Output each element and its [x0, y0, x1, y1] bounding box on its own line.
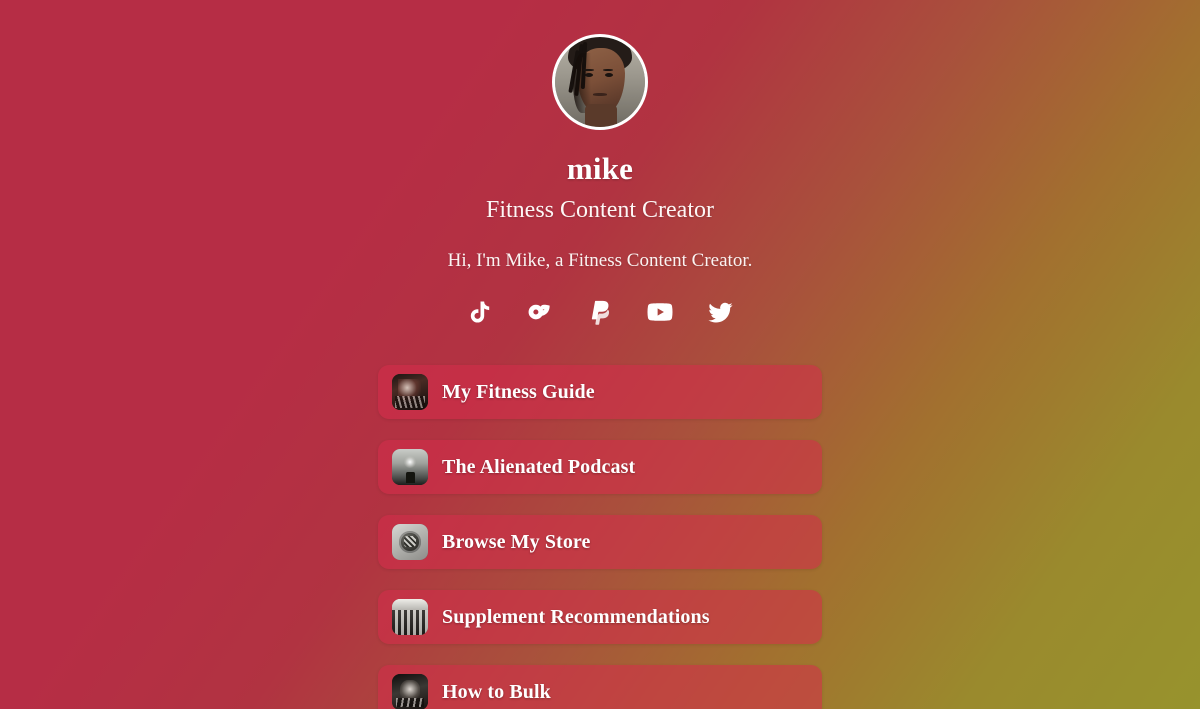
profile-headline: Fitness Content Creator — [486, 197, 714, 224]
tiktok-icon — [466, 298, 494, 326]
crowd-thumbnail — [392, 599, 428, 636]
avatar-image — [555, 37, 645, 127]
youtube-icon — [645, 297, 675, 327]
onlyfans-icon — [525, 297, 555, 327]
link-item-supplement-recommendations[interactable]: Supplement Recommendations — [378, 590, 822, 645]
avatar — [552, 34, 648, 130]
profile-header: mike Fitness Content Creator Hi, I'm Mik… — [0, 0, 1200, 329]
link-label: Supplement Recommendations — [442, 605, 710, 628]
profile-bio: Hi, I'm Mike, a Fitness Content Creator. — [447, 249, 753, 271]
link-label: Browse My Store — [442, 530, 591, 553]
link-in-bio-page: mike Fitness Content Creator Hi, I'm Mik… — [0, 0, 1200, 709]
social-link-twitter[interactable] — [703, 295, 737, 329]
link-label: How to Bulk — [442, 680, 551, 703]
fog-thumbnail — [392, 449, 428, 486]
twitter-icon — [706, 298, 735, 327]
link-item-browse-my-store[interactable]: Browse My Store — [378, 515, 822, 570]
social-link-youtube[interactable] — [643, 295, 677, 329]
display-name: mike — [566, 151, 634, 186]
link-label: My Fitness Guide — [442, 380, 595, 403]
link-item-the-alienated-podcast[interactable]: The Alienated Podcast — [378, 440, 822, 495]
social-links — [440, 295, 760, 329]
paypal-icon — [586, 298, 614, 326]
social-link-onlyfans[interactable] — [523, 295, 557, 329]
coin-thumbnail — [392, 524, 428, 561]
social-link-paypal[interactable] — [583, 295, 617, 329]
social-link-tiktok[interactable] — [463, 295, 497, 329]
battle-thumbnail — [392, 374, 428, 411]
lifting-thumbnail — [392, 674, 428, 709]
link-item-my-fitness-guide[interactable]: My Fitness Guide — [378, 365, 822, 420]
link-item-how-to-bulk[interactable]: How to Bulk — [378, 665, 822, 709]
link-list: My Fitness Guide The Alienated Podcast B… — [378, 365, 822, 709]
link-label: The Alienated Podcast — [442, 455, 636, 478]
